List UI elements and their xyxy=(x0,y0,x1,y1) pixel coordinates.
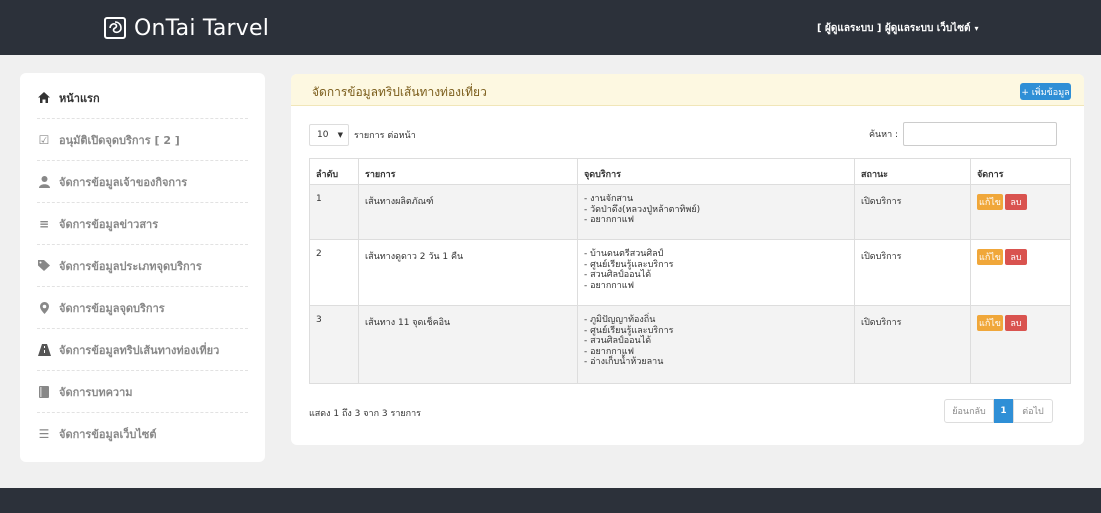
add-data-button[interactable]: + เพิ่มข้อมูล xyxy=(1020,83,1071,100)
edit-button[interactable]: แก้ไข xyxy=(977,249,1003,265)
table-row: 2 เส้นทางดูดาว 2 วัน 1 คืน - บ้านดนตรีสว… xyxy=(309,239,1071,306)
list-icon: ≡ xyxy=(38,216,50,231)
sidebar-item-trip-routes[interactable]: จัดการข้อมูลทริปเส้นทางท่องเที่ยว xyxy=(37,329,248,371)
service-item: - อ่างเก็บน้ำห้วยลาน xyxy=(584,357,664,367)
sidebar-item-service-types[interactable]: จัดการข้อมูลประเภทจุดบริการ xyxy=(37,245,248,287)
check-square-icon: ☑ xyxy=(38,132,50,147)
sidebar-item-label: จัดการข้อมูลข่าวสาร xyxy=(59,217,159,231)
table-header-row: ลำดับ รายการ จุดบริการ สถานะ จัดการ xyxy=(309,158,1071,185)
panel-title: จัดการข้อมูลทริปเส้นทางท่องเที่ยว xyxy=(312,85,487,99)
service-item: - วัดป่าดึง(หลวงปู่หล้าตาทิพย์) xyxy=(584,204,701,215)
service-item: - อยากกาแฟ xyxy=(584,280,634,291)
column-header[interactable]: สถานะ xyxy=(854,158,971,185)
service-item: - สวนศิลป์ออนได้ xyxy=(584,270,652,280)
page-length-label: รายการ ต่อหน้า xyxy=(354,131,416,141)
road-icon xyxy=(37,343,51,357)
service-item: - บ้านดนตรีสวนศิลป์ xyxy=(584,249,664,259)
delete-button[interactable]: ลบ xyxy=(1005,194,1027,210)
service-item: - สวนศิลป์ออนได้ xyxy=(584,336,652,346)
service-points-cell: - บ้านดนตรีสวนศิลป์ - ศูนย์เรียนรู้และบร… xyxy=(577,239,855,306)
book-icon xyxy=(37,385,51,399)
row-number: 1 xyxy=(309,184,359,240)
column-header[interactable]: ลำดับ xyxy=(309,158,359,185)
panel-header: จัดการข้อมูลทริปเส้นทางท่องเที่ยว + เพิ่… xyxy=(291,74,1084,106)
page-length-select[interactable]: 10 ▼ xyxy=(309,124,349,146)
service-list: - ภูมิปัญญาท้องถิ่น - ศูนย์เรียนรู้และบร… xyxy=(584,315,848,368)
top-navbar: OnTai Tarvel [ ผู้ดูแลระบบ ] ผู้ดูแลระบบ… xyxy=(0,0,1101,55)
sidebar-item-label: จัดการข้อมูลจุดบริการ xyxy=(59,301,165,315)
tags-icon xyxy=(37,259,51,273)
search-control: ค้นหา : xyxy=(869,122,1058,146)
table-row: 1 เส้นทางผลิตภัณฑ์ - งานจักสาน - วัดป่าด… xyxy=(309,184,1071,240)
brand-logo-icon xyxy=(104,17,126,39)
sidebar-item-label: จัดการข้อมูลประเภทจุดบริการ xyxy=(59,259,202,273)
delete-button[interactable]: ลบ xyxy=(1005,249,1027,265)
status-text: เปิดบริการ xyxy=(854,239,971,306)
user-icon xyxy=(37,175,51,189)
row-number: 3 xyxy=(309,305,359,384)
page-length-control: 10 ▼ รายการ ต่อหน้า xyxy=(309,124,416,146)
pagination: ย้อนกลับ 1 ต่อไป xyxy=(944,399,1053,423)
sidebar-item-label: จัดการบทความ xyxy=(59,385,133,399)
service-item: - ศูนย์เรียนรู้และบริการ xyxy=(584,325,674,336)
edit-button[interactable]: แก้ไข xyxy=(977,194,1003,210)
service-list: - บ้านดนตรีสวนศิลป์ - ศูนย์เรียนรู้และบร… xyxy=(584,249,848,291)
service-item: - งานจักสาน xyxy=(584,194,634,204)
sidebar-item-news[interactable]: ≡ จัดการข้อมูลข่าวสาร xyxy=(37,203,248,245)
page-footer xyxy=(0,488,1101,513)
sidebar-item-website[interactable]: ☰ จัดการข้อมูลเว็บไซต์ xyxy=(37,413,248,455)
sidebar-item-label: อนุมัติเปิดจุดบริการ [ 2 ] xyxy=(59,133,180,147)
service-item: - อยากกาแฟ xyxy=(584,215,634,225)
table-row: 3 เส้นทาง 11 จุดเช็คอิน - ภูมิปัญญาท้องถ… xyxy=(309,305,1071,384)
sidebar-item-service-points[interactable]: จัดการข้อมูลจุดบริการ xyxy=(37,287,248,329)
user-menu-label: [ ผู้ดูแลระบบ ] ผู้ดูแลระบบ เว็บไซต์ xyxy=(817,23,971,34)
delete-button[interactable]: ลบ xyxy=(1005,315,1027,331)
pagination-previous-button[interactable]: ย้อนกลับ xyxy=(944,399,994,423)
sidebar-item-owners[interactable]: จัดการข้อมูลเจ้าของกิจการ xyxy=(37,161,248,203)
sidebar-item-articles[interactable]: จัดการบทความ xyxy=(37,371,248,413)
map-marker-icon xyxy=(37,301,51,315)
sidebar-item-label: หน้าแรก xyxy=(59,91,100,105)
service-points-cell: - ภูมิปัญญาท้องถิ่น - ศูนย์เรียนรู้และบร… xyxy=(577,305,855,384)
sidebar: หน้าแรก ☑ อนุมัติเปิดจุดบริการ [ 2 ] จัด… xyxy=(20,73,265,462)
actions-cell: แก้ไข ลบ xyxy=(970,305,1071,384)
search-label: ค้นหา : xyxy=(869,130,899,140)
sidebar-item-label: จัดการข้อมูลเจ้าของกิจการ xyxy=(59,175,188,189)
trip-routes-table: ลำดับ รายการ จุดบริการ สถานะ จัดการ 1 เส… xyxy=(309,158,1071,384)
brand-name: OnTai Tarvel xyxy=(134,15,270,41)
sidebar-item-label: จัดการข้อมูลทริปเส้นทางท่องเที่ยว xyxy=(59,343,220,357)
edit-button[interactable]: แก้ไข xyxy=(977,315,1003,331)
route-name: เส้นทางผลิตภัณฑ์ xyxy=(358,184,578,240)
column-header[interactable]: รายการ xyxy=(358,158,578,185)
column-header[interactable]: จัดการ xyxy=(970,158,1071,185)
service-item: - ภูมิปัญญาท้องถิ่น xyxy=(584,315,656,325)
service-item: - ศูนย์เรียนรู้และบริการ xyxy=(584,259,674,270)
route-name: เส้นทางดูดาว 2 วัน 1 คืน xyxy=(358,239,578,306)
status-text: เปิดบริการ xyxy=(854,305,971,384)
page-length-value: 10 xyxy=(317,130,329,140)
service-item: - อยากกาแฟ xyxy=(584,346,634,357)
trip-routes-panel: จัดการข้อมูลทริปเส้นทางท่องเที่ยว + เพิ่… xyxy=(291,74,1084,445)
service-points-cell: - งานจักสาน - วัดป่าดึง(หลวงปู่หล้าตาทิพ… xyxy=(577,184,855,240)
service-list: - งานจักสาน - วัดป่าดึง(หลวงปู่หล้าตาทิพ… xyxy=(584,194,848,226)
dropdown-arrow-icon: ▼ xyxy=(337,131,343,139)
table-info: แสดง 1 ถึง 3 จาก 3 รายการ xyxy=(309,409,421,419)
route-name: เส้นทาง 11 จุดเช็คอิน xyxy=(358,305,578,384)
pagination-page-current[interactable]: 1 xyxy=(994,399,1013,423)
th-list-icon: ☰ xyxy=(38,427,50,441)
sidebar-item-home[interactable]: หน้าแรก xyxy=(37,77,248,119)
sidebar-item-approve-service[interactable]: ☑ อนุมัติเปิดจุดบริการ [ 2 ] xyxy=(37,119,248,161)
brand[interactable]: OnTai Tarvel xyxy=(104,14,269,42)
home-icon xyxy=(37,91,51,105)
search-input[interactable] xyxy=(903,122,1058,146)
actions-cell: แก้ไข ลบ xyxy=(970,184,1071,240)
actions-cell: แก้ไข ลบ xyxy=(970,239,1071,306)
row-number: 2 xyxy=(309,239,359,306)
caret-down-icon: ▾ xyxy=(974,24,979,33)
pagination-next-button[interactable]: ต่อไป xyxy=(1013,399,1053,423)
sidebar-item-label: จัดการข้อมูลเว็บไซต์ xyxy=(59,428,157,441)
column-header[interactable]: จุดบริการ xyxy=(577,158,855,185)
status-text: เปิดบริการ xyxy=(854,184,971,240)
user-menu-dropdown[interactable]: [ ผู้ดูแลระบบ ] ผู้ดูแลระบบ เว็บไซต์ ▾ xyxy=(817,21,979,36)
